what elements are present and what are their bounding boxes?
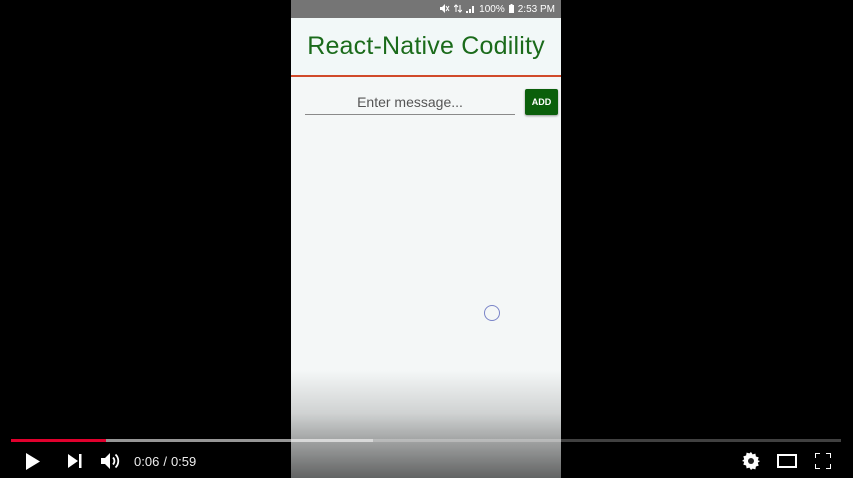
touch-indicator [484, 305, 500, 321]
theater-mode-icon [777, 454, 797, 468]
add-button[interactable]: ADD [525, 89, 558, 115]
time-separator: / [163, 453, 167, 469]
battery-percent: 100% [479, 3, 505, 15]
settings-icon [742, 452, 760, 470]
current-time: 0:06 [134, 453, 160, 469]
fullscreen-button[interactable] [812, 451, 834, 471]
volume-icon [100, 453, 119, 469]
settings-button[interactable] [740, 451, 762, 471]
fullscreen-icon [815, 453, 831, 469]
next-button[interactable] [64, 451, 86, 471]
app-title: React-Native Codility [307, 32, 545, 60]
video-frame[interactable]: 100% 2:53 PM React-Native Codility ADD [0, 0, 853, 478]
battery-icon [508, 3, 514, 15]
time-display: 0:06 / 0:59 [134, 452, 196, 470]
status-bar: 100% 2:53 PM [291, 0, 561, 18]
controls-gradient [0, 370, 853, 478]
message-input-row: ADD [305, 89, 561, 119]
signal-icon [466, 4, 475, 15]
duration: 0:59 [170, 453, 197, 469]
data-transfer-icon [453, 3, 463, 15]
play-icon [26, 452, 40, 470]
theater-mode-button[interactable] [776, 451, 798, 471]
next-icon [68, 454, 82, 468]
message-input[interactable] [305, 89, 515, 115]
app-header: React-Native Codility [291, 18, 561, 77]
volume-button[interactable] [99, 450, 123, 472]
progress-played [11, 439, 106, 442]
play-button[interactable] [22, 451, 44, 471]
mute-icon [440, 3, 450, 15]
progress-bar[interactable] [11, 439, 841, 442]
clock: 2:53 PM [517, 3, 555, 15]
